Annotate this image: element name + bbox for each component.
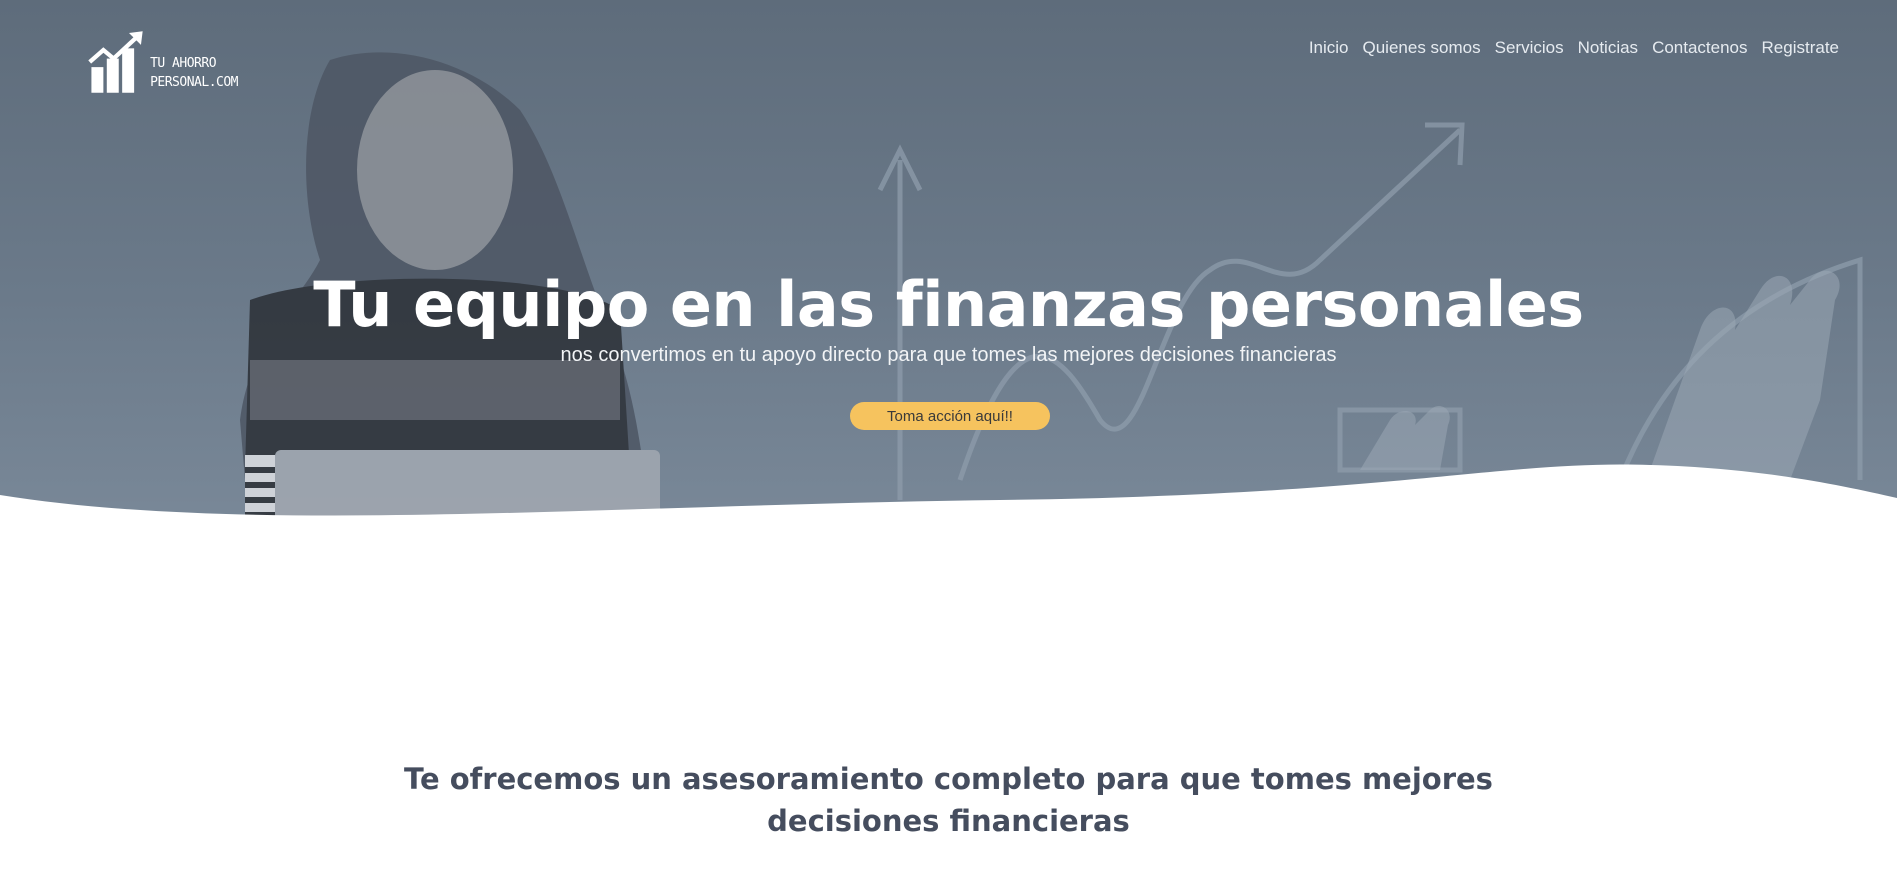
logo-line-1: TU AHORRO (150, 56, 217, 71)
nav-item-quienes-somos[interactable]: Quienes somos (1363, 38, 1481, 58)
nav-item-contactenos[interactable]: Contactenos (1652, 38, 1747, 58)
main-navigation: Inicio Quienes somos Servicios Noticias … (1309, 38, 1839, 58)
cta-button[interactable]: Toma acción aquí!! (850, 402, 1050, 430)
hero-section: TU AHORRO PERSONAL.COM Inicio Quienes so… (0, 0, 1897, 540)
nav-item-inicio[interactable]: Inicio (1309, 38, 1349, 58)
nav-item-noticias[interactable]: Noticias (1578, 38, 1638, 58)
nav-item-registrate[interactable]: Registrate (1762, 38, 1839, 58)
hero-wave-divider (0, 464, 1897, 540)
nav-item-servicios[interactable]: Servicios (1495, 38, 1564, 58)
growth-chart-logo-icon (88, 31, 143, 93)
services-intro-title: Te ofrecemos un asesoramiento completo p… (404, 762, 1493, 838)
logo-line-2: PERSONAL.COM (150, 75, 238, 90)
site-logo[interactable]: TU AHORRO PERSONAL.COM (88, 20, 238, 100)
hero-subtitle: nos convertimos en tu apoyo directo para… (560, 344, 1337, 366)
logo-text: TU AHORRO PERSONAL.COM (150, 54, 238, 100)
hero-title: Tu equipo en las finanzas personales (313, 268, 1584, 341)
